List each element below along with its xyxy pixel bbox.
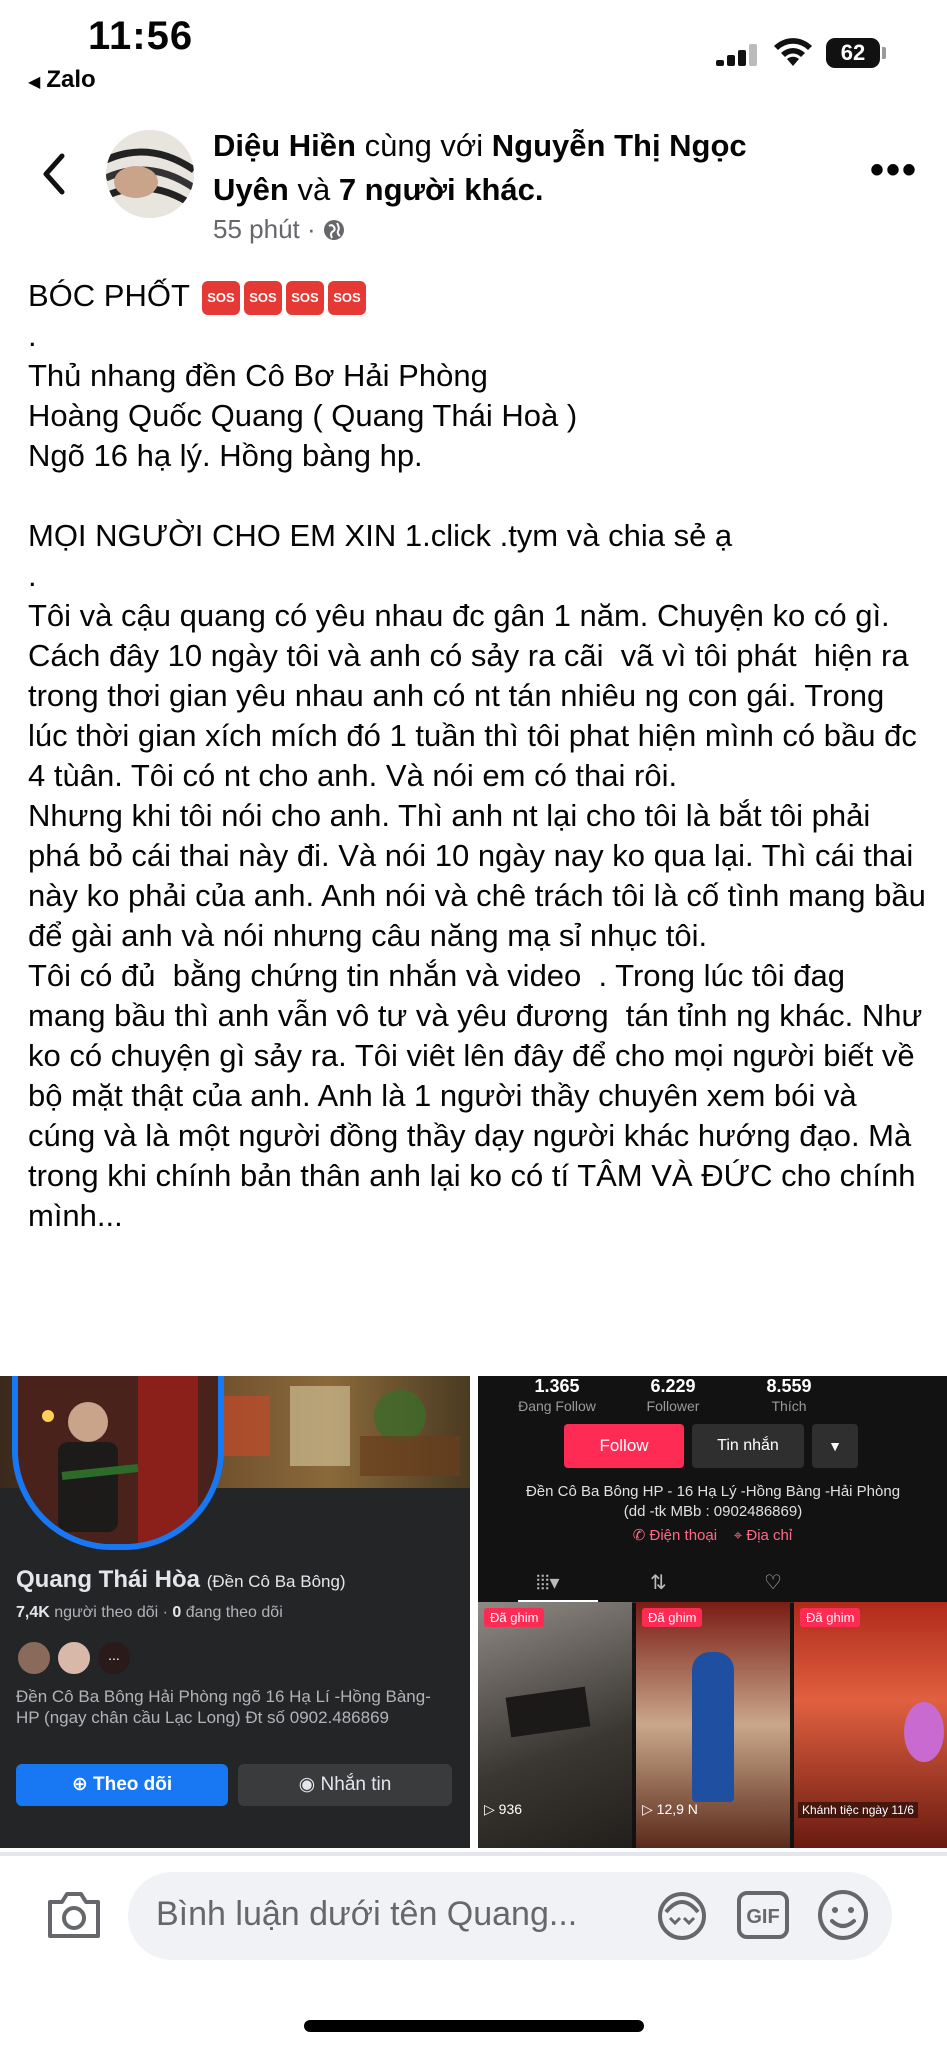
follow-button-label: Theo dõi [93, 1774, 173, 1795]
tiktok-follow-button[interactable]: Follow [564, 1424, 684, 1468]
sos-icon: SOS [285, 280, 324, 315]
following-count: 0 [172, 1604, 182, 1621]
video-content [692, 1652, 734, 1802]
more-options-icon[interactable]: ••• [870, 150, 918, 190]
author-name[interactable]: Diệu Hiền [213, 128, 356, 163]
followers-count: 7,4K [16, 1604, 50, 1621]
camera-icon[interactable] [44, 1888, 104, 1942]
repost-icon[interactable]: ⇅ [650, 1570, 667, 1595]
pinned-badge: Đã ghim [642, 1608, 703, 1627]
profile-picture-image [18, 1376, 218, 1544]
comment-placeholder: Bình luận dưới tên Quang... [156, 1895, 578, 1933]
tiktok-bio: Đền Cô Ba Bông HP - 16 Hạ Lý -Hồng Bàng … [525, 1483, 901, 1520]
sos-icon: SOS [201, 280, 240, 315]
message-button[interactable]: ◉ Nhắn tin [238, 1764, 452, 1806]
back-to-app-link[interactable]: ◀ Zalo [28, 66, 96, 94]
with-text: cùng với [364, 128, 484, 163]
likes-label: Thích [771, 1398, 807, 1414]
post-time[interactable]: 55 phút · [213, 214, 345, 245]
phone-icon: ✆ [632, 1527, 650, 1544]
messenger-icon: ◉ [298, 1774, 321, 1795]
view-count-text: 936 [498, 1801, 523, 1817]
gif-icon[interactable]: GIF [736, 1890, 790, 1940]
play-icon: ▷ [484, 1801, 499, 1817]
sos-icon: SOS [243, 280, 282, 315]
profile-name-text: Quang Thái Hòa [16, 1566, 201, 1593]
home-indicator [304, 2020, 644, 2032]
video-content [505, 1686, 591, 1738]
svg-text:GIF: GIF [746, 1906, 779, 1928]
following-label: Đang Follow [518, 1398, 596, 1414]
follower-label: Follower [646, 1398, 700, 1414]
post-title-line: BÓC PHỐT SOS SOS SOS SOS [28, 276, 928, 316]
back-triangle-icon: ◀ [28, 74, 41, 91]
signal-icon [716, 44, 757, 66]
video-content [904, 1702, 944, 1762]
follow-plus-icon: ⊕ [71, 1774, 94, 1795]
following-count: 1.365 [534, 1376, 580, 1396]
tiktok-message-button[interactable]: Tin nhắn [692, 1424, 804, 1468]
globe-icon [323, 220, 344, 240]
likes-count: 8.559 [766, 1376, 812, 1396]
video-thumbnail[interactable]: Đã ghim ▷ 936 [478, 1602, 632, 1848]
status-time: 11:56 [88, 14, 194, 58]
tiktok-links: ✆ Điện thoại ⌖ Địa chỉ [478, 1526, 947, 1544]
play-icon: ▷ [642, 1801, 657, 1817]
phone-link-label: Điện thoại [649, 1527, 718, 1544]
follower-count: 6.229 [650, 1376, 696, 1396]
address-link[interactable]: ⌖ Địa chỉ [734, 1527, 792, 1544]
author-avatar[interactable] [106, 130, 194, 218]
back-chevron-icon[interactable] [36, 148, 76, 200]
sos-icon: SOS [327, 280, 366, 315]
profile-picture[interactable] [12, 1376, 224, 1550]
address-link-label: Địa chỉ [746, 1527, 793, 1544]
back-app-label: Zalo [46, 66, 96, 93]
mutual-friend-avatar[interactable] [56, 1640, 92, 1676]
follow-stats: 7,4K người theo dõi · 0 đang theo dõi [16, 1604, 283, 1621]
location-icon: ⌖ [733, 1527, 747, 1544]
post-title: BÓC PHỐT [28, 278, 190, 313]
pinned-badge: Đã ghim [800, 1608, 861, 1627]
video-thumbnail[interactable]: Đã ghim Khánh tiệc ngày 11/6 [794, 1602, 947, 1848]
grid-videos-icon[interactable]: ⦙⦙⦙▾ [536, 1570, 559, 1595]
follow-button[interactable]: ⊕ Theo dõi [16, 1764, 228, 1806]
view-count: ▷ 936 [484, 1801, 522, 1818]
phone-link[interactable]: ✆ Điện thoại [633, 1527, 717, 1544]
battery-indicator: 62 [826, 38, 880, 68]
battery-cap [882, 47, 886, 59]
others-link[interactable]: 7 người khác. [339, 172, 544, 207]
video-caption: Khánh tiệc ngày 11/6 [798, 1802, 918, 1818]
and-text: và [297, 172, 331, 207]
message-button-label: Nhắn tin [320, 1774, 392, 1795]
video-thumbnail[interactable]: Đã ghim ▷ 12,9 N [636, 1602, 790, 1848]
time-ago-text: 55 phút [213, 214, 300, 244]
tiktok-tabs: ⦙⦙⦙▾ ⇅ ♡ [478, 1566, 947, 1603]
mutual-friend-avatar[interactable] [16, 1640, 52, 1676]
avatar-image [106, 130, 194, 218]
tiktok-profile-screenshot[interactable]: 1.365 Đang Follow 6.229 Follower 8.559 T… [478, 1376, 947, 1848]
facebook-profile-screenshot[interactable]: Quang Thái Hòa (Đền Cô Ba Bông) 7,4K ngư… [0, 1376, 470, 1848]
post-text: . Thủ nhang đền Cô Bơ Hải Phòng Hoàng Qu… [28, 318, 926, 1233]
wifi-icon [774, 38, 812, 66]
profile-subname: (Đền Cô Ba Bông) [206, 1572, 346, 1591]
liked-hidden-icon[interactable]: ♡ [764, 1570, 782, 1595]
pinned-badge: Đã ghim [484, 1608, 545, 1627]
post-author-line: Diệu Hiền cùng với Nguyễn Thị Ngọc Uyên … [213, 124, 773, 212]
avatar-sticker-icon[interactable] [654, 1890, 710, 1942]
profile-name: Quang Thái Hòa (Đền Cô Ba Bông) [16, 1566, 346, 1594]
chevron-down-icon[interactable]: ▼ [812, 1424, 858, 1468]
post-body: BÓC PHỐT SOS SOS SOS SOS. Thủ nhang đền Cô … [28, 276, 928, 1236]
view-count-text: 12,9 N [656, 1801, 698, 1817]
view-count: ▷ 12,9 N [642, 1801, 698, 1818]
following-label: đang theo dõi [185, 1604, 283, 1621]
profile-bio: Đền Cô Ba Bông Hải Phòng ngõ 16 Hạ Lí -H… [16, 1687, 431, 1727]
others-count: 7 người khác [338, 172, 535, 207]
more-friends-icon[interactable]: ... [96, 1640, 132, 1676]
followers-label: người theo dõi [54, 1604, 159, 1621]
emoji-icon[interactable] [816, 1888, 870, 1942]
